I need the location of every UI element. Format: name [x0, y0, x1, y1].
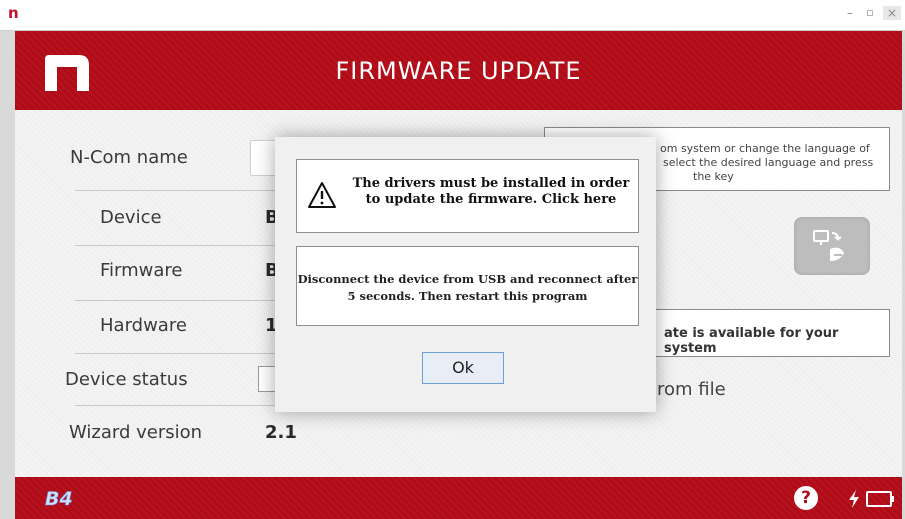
- help-icon[interactable]: ?: [794, 486, 818, 510]
- divider: [75, 245, 295, 246]
- divider: [75, 190, 295, 191]
- update-from-file-link[interactable]: rom file: [657, 379, 726, 400]
- b4-product-logo: B4: [45, 488, 73, 509]
- disconnect-instructions-box: Disconnect the device from USB and recon…: [296, 246, 639, 326]
- drivers-message: The drivers must be installed in order t…: [352, 176, 630, 207]
- language-sync-icon: [813, 230, 844, 261]
- device-label: Device: [100, 207, 162, 228]
- app-icon: n: [8, 4, 19, 22]
- device-status-label: Device status: [65, 369, 188, 390]
- wizard-version-label: Wizard version: [69, 422, 203, 443]
- app-header: FIRMWARE UPDATE: [15, 31, 902, 110]
- divider: [75, 353, 295, 354]
- minimize-icon[interactable]: –: [842, 6, 858, 20]
- divider: [75, 405, 295, 406]
- ok-button[interactable]: Ok: [422, 352, 504, 384]
- hardware-label: Hardware: [100, 315, 187, 336]
- b4-logo-text: B4: [45, 488, 73, 509]
- wizard-version-value: 2.1: [265, 422, 297, 443]
- divider: [75, 300, 295, 301]
- update-available-text: ate is available for your system: [664, 326, 839, 356]
- maximize-icon[interactable]: ▫: [862, 6, 878, 20]
- driver-warning-dialog: The drivers must be installed in order t…: [275, 137, 656, 412]
- charging-bolt-icon: [849, 490, 859, 508]
- ncom-name-label: N-Com name: [70, 147, 188, 168]
- page-title: FIRMWARE UPDATE: [335, 57, 582, 85]
- disconnect-message: Disconnect the device from USB and recon…: [297, 272, 638, 303]
- app-footer: B4 ?: [15, 477, 902, 519]
- install-drivers-link[interactable]: The drivers must be installed in order t…: [296, 159, 639, 233]
- warning-icon: [308, 182, 336, 208]
- language-button[interactable]: [794, 217, 870, 275]
- window-titlebar: n – ▫ ×: [0, 0, 905, 31]
- firmware-label: Firmware: [100, 260, 183, 281]
- close-icon[interactable]: ×: [883, 6, 901, 20]
- battery-icon: [866, 491, 894, 507]
